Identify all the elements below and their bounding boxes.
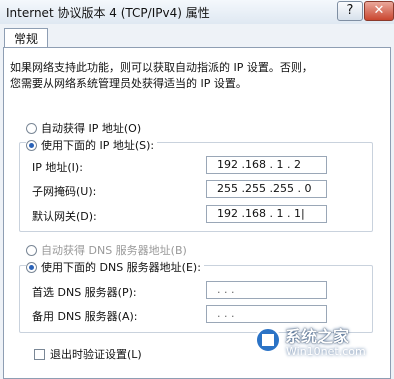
radio-selected-icon [26,139,37,151]
title-bar: Internet 协议版本 4 (TCP/IPv4) 属性 ? ✕ [0,0,394,25]
radio-selected-icon [26,261,37,273]
tab-strip: 常规 [0,24,394,49]
description-line-2: 您需要从网络系统管理员处获得适当的 IP 设置。 [10,77,247,90]
validate-label: 退出时验证设置(L) [50,348,142,361]
manual-dns-label: 使用下面的 DNS 服务器地址(E): [41,261,201,274]
help-button[interactable]: ? [337,1,363,21]
ip-address-label: IP 地址(I): [32,161,83,174]
window-title: Internet 协议版本 4 (TCP/IPv4) 属性 [6,6,210,20]
checkbox-icon [34,348,45,360]
watermark-logo-icon [255,327,281,353]
watermark-subtitle: Win10net.com [286,345,366,358]
watermark-title: 系统之家 [285,327,350,346]
manual-dns-radio[interactable]: 使用下面的 DNS 服务器地址(E): [26,259,204,275]
radio-icon [26,244,37,256]
watermark: 系统之家 Win10net.com [230,320,392,368]
preferred-dns-input[interactable]: . . . [206,281,327,299]
alternate-dns-label: 备用 DNS 服务器(A): [32,310,138,323]
default-gateway-input[interactable]: 192 .168 . 1 . 1| [206,205,327,223]
default-gateway-label: 默认网关(D): [32,210,97,223]
radio-icon [26,122,37,134]
manual-ip-radio[interactable]: 使用下面的 IP 地址(S): [26,137,158,153]
description-line-1: 如果网络支持此功能，则可以获取自动指派的 IP 设置。否则， [10,61,313,74]
auto-ip-label: 自动获得 IP 地址(O) [41,122,142,135]
ip-address-input[interactable]: 192 .168 . 1 . 2 [206,156,327,174]
preferred-dns-label: 首选 DNS 服务器(P): [32,286,137,299]
description: 如果网络支持此功能，则可以获取自动指派的 IP 设置。否则， 您需要从网络系统管… [10,60,382,92]
tab-general[interactable]: 常规 [4,28,48,49]
subnet-mask-input[interactable]: 255 .255 .255 . 0 [206,180,327,198]
auto-dns-radio[interactable]: 自动获得 DNS 服务器地址(B) [26,242,190,258]
subnet-mask-label: 子网掩码(U): [32,185,97,198]
close-button[interactable]: ✕ [364,1,394,21]
validate-checkbox[interactable]: 退出时验证设置(L) [34,346,142,362]
auto-ip-radio[interactable]: 自动获得 IP 地址(O) [26,120,145,136]
auto-dns-label: 自动获得 DNS 服务器地址(B) [41,244,187,257]
manual-ip-label: 使用下面的 IP 地址(S): [41,139,155,152]
